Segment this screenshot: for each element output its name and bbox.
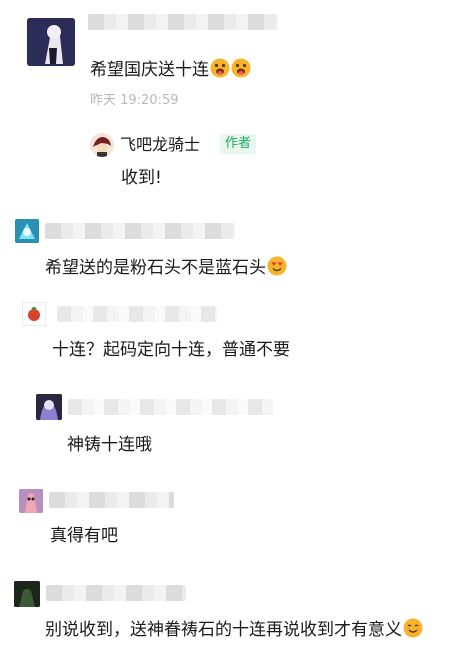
comment-text: 希望国庆送十连 (90, 58, 251, 81)
timestamp: 昨天 19:20:59 (90, 93, 179, 108)
username-blurred[interactable] (68, 399, 273, 415)
username-blurred[interactable] (57, 306, 217, 322)
smile-emoji (403, 618, 423, 638)
avatar[interactable] (14, 581, 40, 607)
comment-body: 希望国庆送十连 (90, 60, 209, 80)
comment-text: 别说收到，送神眷祷石的十连再说收到才有意义 (45, 618, 423, 641)
comment-text: 神铸十连哦 (67, 435, 152, 455)
comment-body: 希望送的是粉石头不是蓝石头 (45, 258, 266, 278)
comment-body: 别说收到，送神眷祷石的十连再说收到才有意义 (45, 620, 402, 640)
username-blurred[interactable] (49, 492, 174, 508)
avatar[interactable] (27, 18, 75, 66)
avatar[interactable] (19, 489, 43, 513)
username-blurred[interactable] (45, 223, 235, 239)
comment-text: 希望送的是粉石头不是蓝石头 (45, 256, 287, 279)
avatar[interactable] (15, 219, 39, 243)
avatar[interactable] (36, 394, 62, 420)
comment-text: 收到! (121, 168, 162, 188)
comment-text: 真得有吧 (50, 526, 118, 546)
tongue-face-emoji (231, 58, 251, 78)
heart-eyes-emoji (267, 256, 287, 276)
tongue-face-emoji (210, 58, 230, 78)
author-badge: 作者 (220, 134, 257, 154)
comment-text: 十连？起码定向十连，普通不要 (52, 340, 290, 360)
avatar[interactable] (22, 302, 46, 326)
username-blurred[interactable] (46, 585, 186, 601)
avatar[interactable] (90, 133, 114, 157)
author-name[interactable]: 飞吧龙骑士 (120, 134, 200, 156)
username-blurred[interactable] (88, 14, 278, 30)
